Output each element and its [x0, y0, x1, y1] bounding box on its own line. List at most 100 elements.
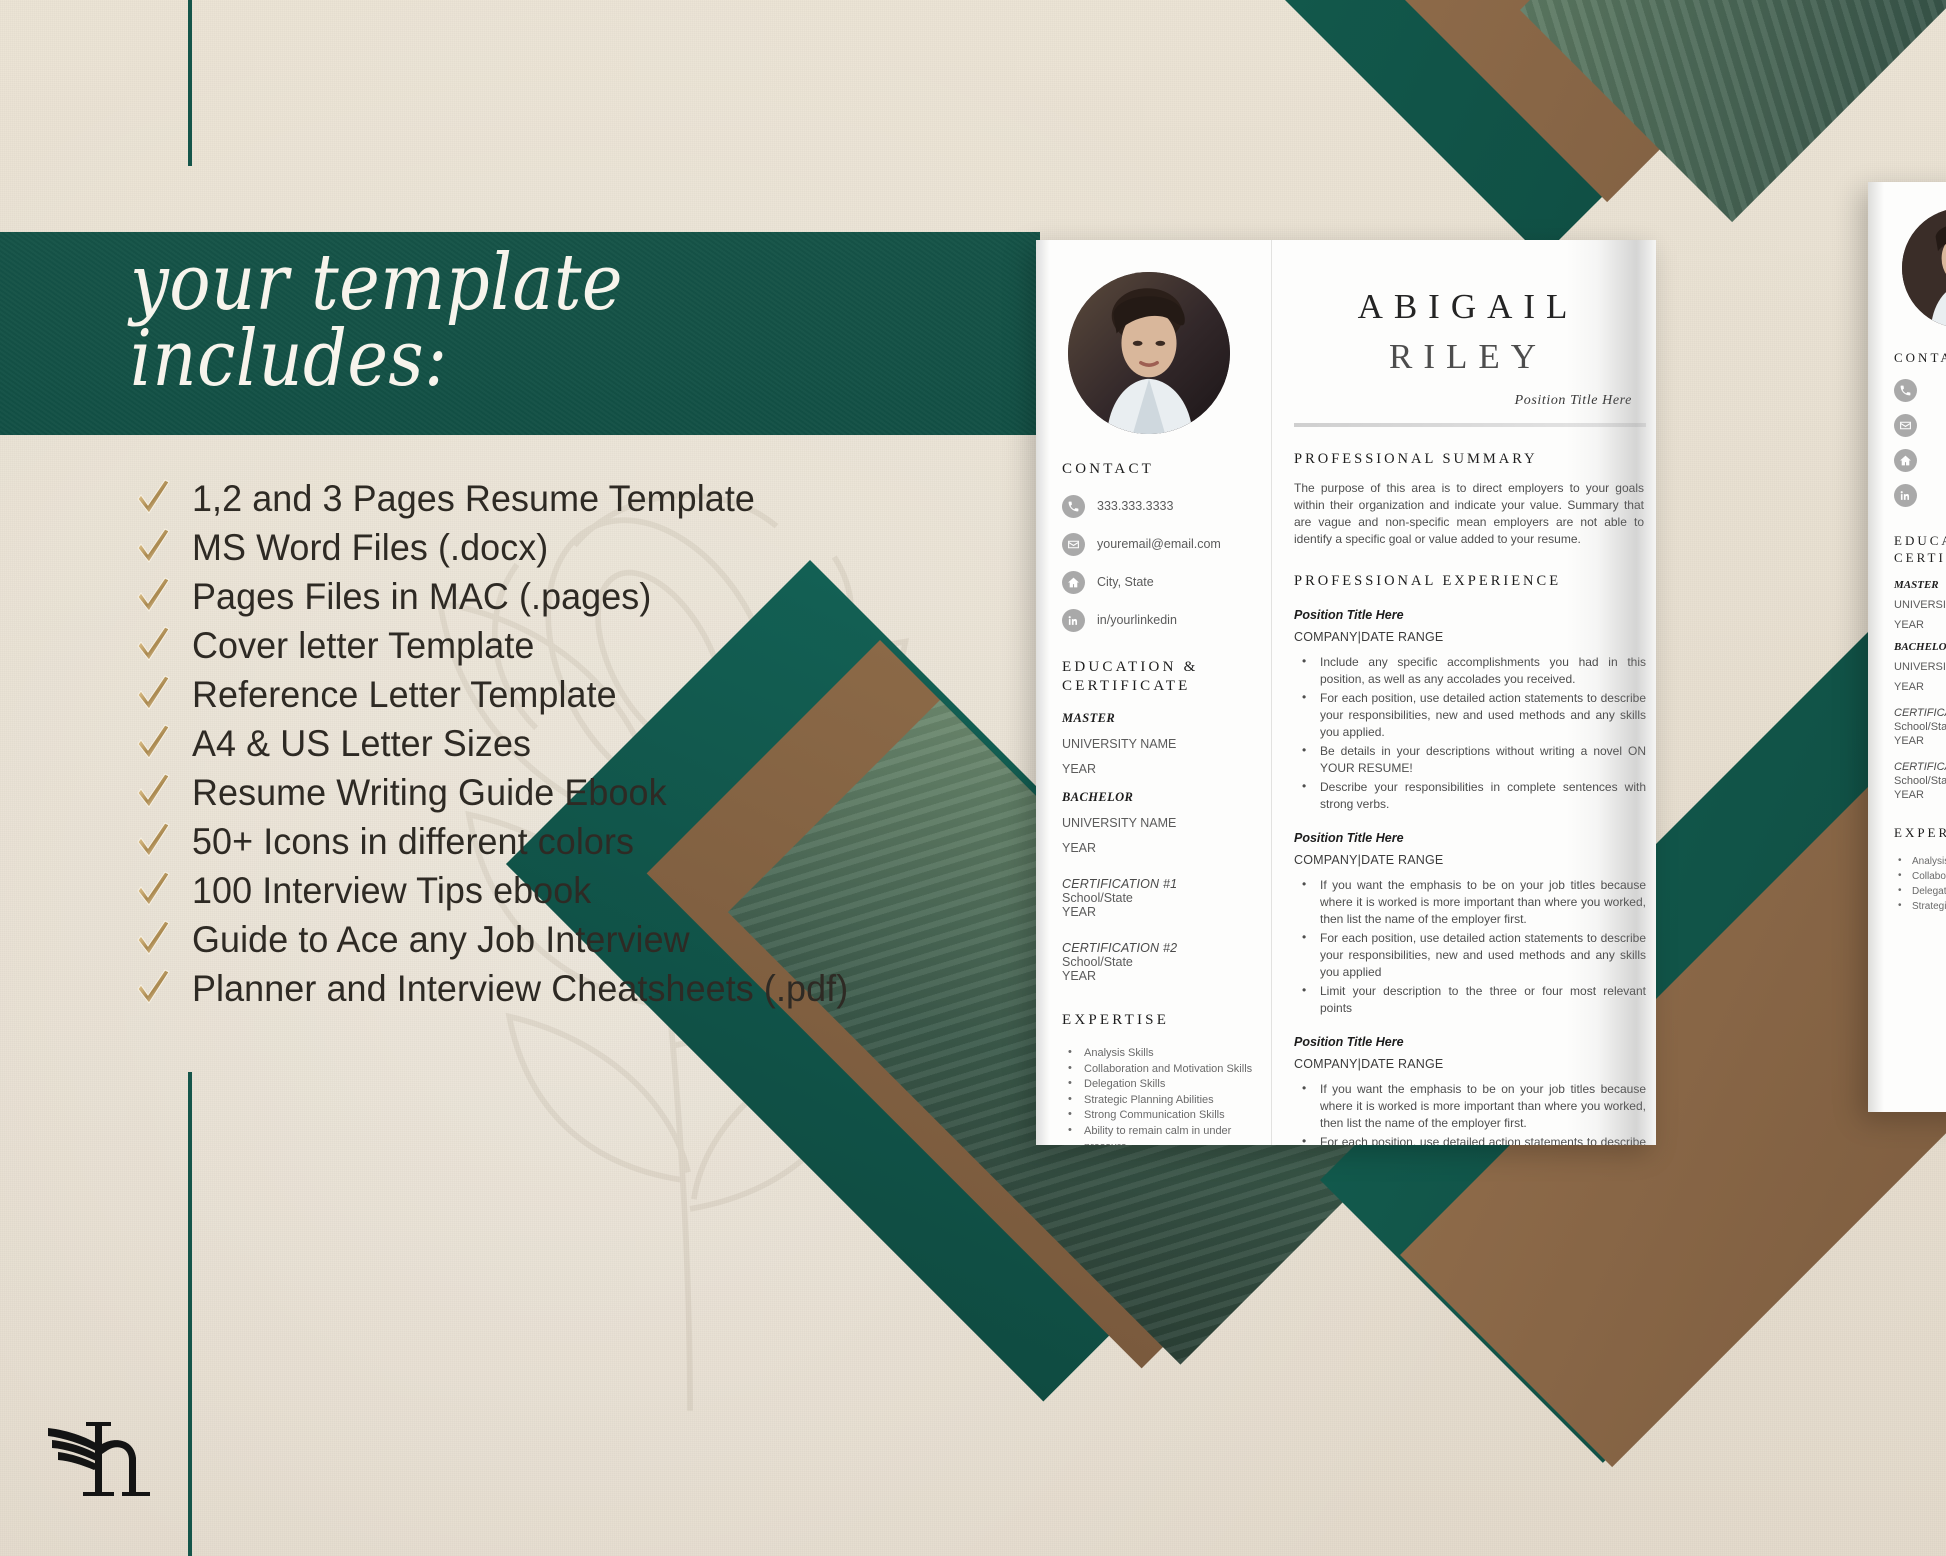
experience-heading: PROFESSIONAL EXPERIENCE — [1294, 572, 1562, 589]
envelope-icon — [1062, 532, 1085, 556]
checklist-item: Cover letter Template — [136, 621, 1036, 670]
checklist-item: Guide to Ace any Job Interview — [136, 915, 1036, 964]
checklist-item-label: Resume Writing Guide Ebook — [192, 771, 667, 813]
expertise-heading-secondary: EXPERTISE — [1894, 824, 1946, 840]
check-icon — [136, 869, 170, 909]
contact-linkedin-row-secondary — [1894, 483, 1946, 507]
contact-heading-secondary: CONTACT — [1894, 350, 1946, 365]
education-school-secondary: UNIVERSITY NAME — [1894, 660, 1946, 673]
resume-name-block: ABIGAIL RILEY — [1294, 282, 1646, 381]
summary-heading: PROFESSIONAL SUMMARY — [1294, 451, 1538, 468]
check-icon — [136, 477, 170, 517]
checklist-item-label: Planner and Interview Cheatsheets (.pdf) — [192, 967, 849, 1009]
education-entry-secondary: BACHELOR UNIVERSITY NAME YEAR — [1894, 641, 1946, 693]
contact-phone-row: 333.333.3333 — [1062, 494, 1255, 518]
job-title: Position Title Here — [1294, 607, 1404, 622]
checklist-item-label: Cover letter Template — [192, 624, 535, 666]
education-school: UNIVERSITY NAME — [1062, 737, 1177, 752]
education-year: YEAR — [1062, 841, 1097, 856]
checklist-item: Planner and Interview Cheatsheets (.pdf) — [136, 964, 1036, 1013]
resume-preview-card-secondary[interactable]: CONTACT EDUCATION & CERTIFICATE MASTER UN… — [1868, 182, 1946, 1112]
resume-right-column: ABIGAIL RILEY Position Title Here PROFES… — [1272, 240, 1656, 1145]
expertise-item: Ability to remain calm in under pressure — [1062, 1123, 1255, 1145]
checklist-item-label: MS Word Files (.docx) — [192, 526, 549, 568]
avatar-secondary — [1902, 208, 1946, 328]
phone-icon — [1062, 494, 1085, 518]
education-year-secondary: YEAR — [1894, 618, 1924, 631]
job-bullet-list: Include any specific accomplishments you… — [1294, 652, 1646, 813]
expertise-heading: EXPERTISE — [1062, 1012, 1170, 1029]
job-bullet-list: If you want the emphasis to be on your j… — [1294, 1080, 1646, 1145]
checklist-item-label: 50+ Icons in different colors — [192, 820, 635, 862]
job-entry: Position Title Here COMPANY|DATE RANGE If … — [1294, 831, 1646, 1017]
contact-heading: CONTACT — [1062, 461, 1155, 477]
resume-name-first: ABIGAIL — [1357, 287, 1579, 326]
contact-email-row: youremail@email.com — [1062, 532, 1255, 556]
checklist-item: 1,2 and 3 Pages Resume Template — [136, 474, 1036, 523]
job-bullet: For each position, use detailed action s… — [1294, 1133, 1646, 1145]
checklist-item: 50+ Icons in different colors — [136, 817, 1036, 866]
checklist-item-label: 1,2 and 3 Pages Resume Template — [192, 477, 755, 519]
expertise-list-secondary: Analysis SkillsCollaboration and Motivat… — [1894, 853, 1946, 914]
linkedin-icon — [1062, 608, 1085, 632]
job-entry: Position Title Here COMPANY|DATE RANGE Inc… — [1294, 608, 1646, 813]
job-bullet: Include any specific accomplishments you… — [1294, 652, 1646, 688]
job-bullet: If you want the emphasis to be on your j… — [1294, 876, 1646, 928]
certification-entry: CERTIFICATION #2 School/State YEAR — [1062, 941, 1255, 983]
certification-school-secondary: School/State — [1894, 720, 1946, 733]
envelope-icon — [1894, 413, 1917, 437]
expertise-item: Strong Communication Skills — [1062, 1107, 1255, 1124]
divider-rule — [1294, 423, 1646, 428]
phone-icon — [1894, 378, 1917, 402]
job-bullet: If you want the emphasis to be on your j… — [1294, 1080, 1646, 1132]
check-icon — [136, 624, 170, 664]
check-icon — [136, 918, 170, 958]
certification-name-secondary: CERTIFICATION #1 — [1894, 706, 1946, 719]
resume-left-column: CONTACT 333.333.3333 youremail@email.com… — [1036, 240, 1272, 1145]
contact-location: City, State — [1097, 575, 1154, 590]
expertise-list: Analysis SkillsCollaboration and Motivat… — [1062, 1045, 1255, 1145]
expertise-item: Strategic Planning Abilities — [1062, 1092, 1255, 1109]
job-bullet: Limit your description to the three or f… — [1294, 982, 1646, 1017]
certification-year-secondary: YEAR — [1894, 788, 1924, 801]
certification-school: School/State — [1062, 891, 1133, 906]
checklist-item-label: Guide to Ace any Job Interview — [192, 918, 690, 960]
job-title: Position Title Here — [1294, 1035, 1404, 1050]
job-company: COMPANY|DATE RANGE — [1294, 629, 1444, 644]
avatar — [1068, 272, 1230, 434]
job-bullet-list: If you want the emphasis to be on your j… — [1294, 876, 1646, 1017]
certification-entry-secondary: CERTIFICATION #2School/StateYEAR — [1894, 761, 1946, 801]
certification-school-secondary: School/State — [1894, 774, 1946, 787]
expertise-item-secondary: Strategic Planning Abilities — [1894, 898, 1946, 914]
education-degree-secondary: MASTER — [1894, 578, 1939, 591]
checklist-item: Pages Files in MAC (.pages) — [136, 572, 1036, 621]
job-bullet: Describe your responsibilities in comple… — [1294, 778, 1646, 813]
page-title: your template includes: — [130, 238, 623, 404]
home-icon — [1062, 570, 1085, 594]
resume-name-last: RILEY — [1388, 336, 1548, 376]
check-icon — [136, 722, 170, 762]
experience-jobs: Position Title Here COMPANY|DATE RANGE Inc… — [1294, 608, 1646, 1146]
education-degree: MASTER — [1062, 711, 1116, 726]
checklist-item: Resume Writing Guide Ebook — [136, 768, 1036, 817]
checklist-item: 100 Interview Tips ebook — [136, 866, 1036, 915]
certification-school: School/State — [1062, 955, 1133, 970]
checklist-item-label: Pages Files in MAC (.pages) — [192, 575, 652, 617]
expertise-item: Delegation Skills — [1062, 1076, 1255, 1093]
education-school: UNIVERSITY NAME — [1062, 816, 1177, 831]
education-school-secondary: UNIVERSITY NAME — [1894, 598, 1946, 611]
resume-preview-card-primary[interactable]: CONTACT 333.333.3333 youremail@email.com… — [1036, 240, 1656, 1145]
expertise-item: Collaboration and Motivation Skills — [1062, 1061, 1255, 1078]
contact-phone: 333.333.3333 — [1097, 499, 1174, 514]
checklist-item: Reference Letter Template — [136, 670, 1036, 719]
contact-linkedin: in/yourlinkedin — [1097, 613, 1177, 628]
check-icon — [136, 820, 170, 860]
vertical-rule-top — [188, 0, 192, 166]
certification-year-secondary: YEAR — [1894, 734, 1924, 747]
checklist-item-label: Reference Letter Template — [192, 673, 617, 715]
certification-entry: CERTIFICATION #1 School/State YEAR — [1062, 877, 1255, 919]
expertise-item: Analysis Skills — [1062, 1045, 1255, 1062]
contact-linkedin-row: in/yourlinkedin — [1062, 608, 1255, 632]
job-bullet: Be details in your descriptions without … — [1294, 742, 1646, 777]
resume-position-title: Position Title Here — [1514, 393, 1632, 409]
